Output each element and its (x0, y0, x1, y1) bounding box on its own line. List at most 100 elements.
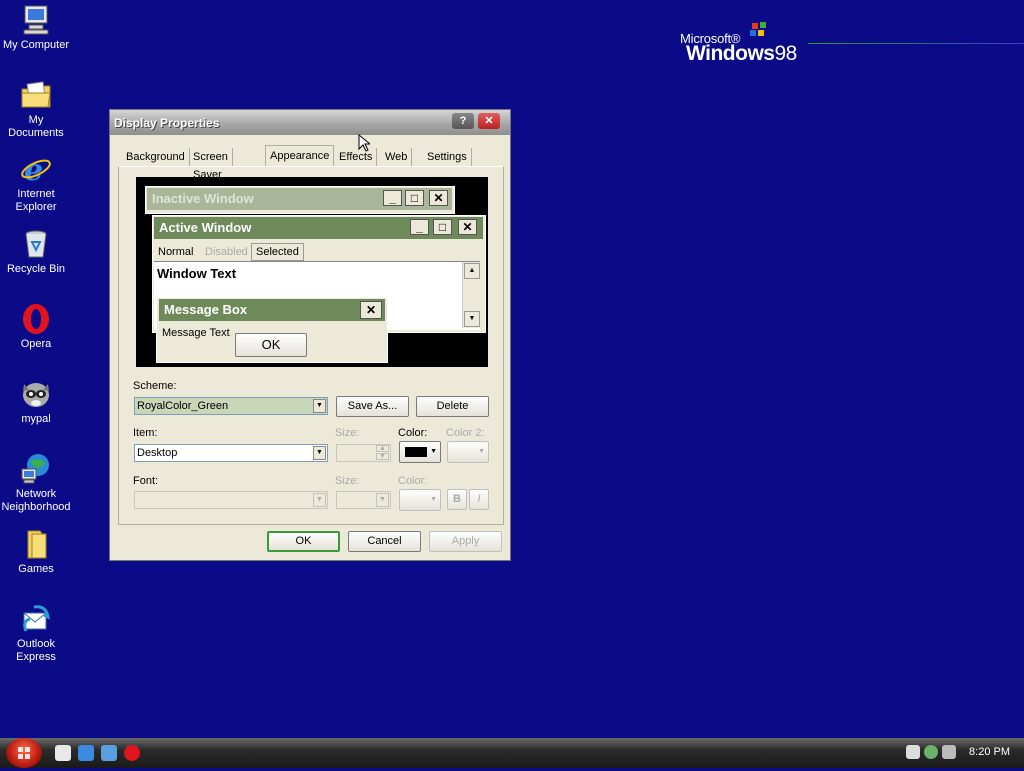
appearance-preview[interactable]: Inactive Window _ □ ✕ Active Window _ □ … (136, 177, 488, 367)
desktop-icon-label: mypal (21, 413, 51, 425)
italic-button: I (469, 489, 489, 510)
tray-settings-icon[interactable] (942, 745, 956, 759)
dialog-title: Display Properties (114, 116, 220, 130)
desktop-icon-outlook-express[interactable]: Outlook Express (0, 603, 72, 664)
chevron-down-icon[interactable]: ▼ (313, 446, 326, 460)
minimize-icon: _ (383, 190, 402, 206)
item-color2-button: ▼ (447, 441, 489, 463)
chevron-down-icon: ▼ (376, 493, 389, 507)
tab-web[interactable]: Web (381, 148, 413, 166)
scheme-select[interactable]: RoyalColor_Green ▼ (134, 397, 328, 415)
preview-scrollbar: ▲ ▼ (462, 262, 480, 328)
logo-product: Windows98 (686, 42, 797, 65)
item-size-label: Size: (335, 427, 360, 439)
taskbar: 8:20 PM (0, 738, 1024, 768)
chevron-down-icon: ▼ (430, 496, 437, 503)
tray-network-icon[interactable] (924, 745, 938, 759)
message-box-caption: Message Box (159, 299, 385, 321)
desktop-icon-network-neighborhood[interactable]: Network Neighborhood (0, 453, 72, 514)
title-bar[interactable]: Display Properties ? ✕ (110, 110, 510, 135)
desktop-icon-label: Network Neighborhood (1, 488, 71, 513)
desktop-icon-label: Games (18, 563, 54, 575)
item-size-spinner: ▲ ▼ (336, 444, 391, 462)
desktop-icon-label: Internet Explorer (15, 188, 57, 213)
item-color-button[interactable]: ▼ (399, 441, 441, 463)
windows-flag-icon (750, 22, 766, 36)
desktop-icon-label: My Computer (2, 39, 70, 51)
tab-appearance[interactable]: Appearance (265, 145, 335, 167)
scroll-down-icon: ▼ (464, 311, 480, 327)
font-size-label: Size: (335, 475, 360, 487)
chevron-down-icon[interactable]: ▼ (313, 399, 326, 413)
font-label: Font: (133, 475, 159, 487)
ok-button[interactable]: OK (267, 531, 340, 552)
scheme-label: Scheme: (133, 380, 177, 392)
appearance-page: Inactive Window _ □ ✕ Active Window _ □ … (118, 166, 504, 525)
close-button[interactable]: ✕ (478, 113, 500, 129)
cancel-button[interactable]: Cancel (348, 531, 421, 552)
quicklaunch-opera-icon[interactable] (124, 745, 140, 761)
scheme-value: RoyalColor_Green (137, 400, 229, 412)
help-button[interactable]: ? (452, 113, 474, 129)
computer-icon (20, 4, 52, 36)
preview-ok-button: OK (235, 333, 307, 357)
tab-background[interactable]: Background (122, 148, 190, 166)
preview-window-text: Window Text (157, 266, 237, 281)
internet-explorer-icon: e (20, 153, 52, 188)
tab-screen-saver[interactable]: Screen Saver (189, 148, 233, 181)
font-color-button: ▼ (399, 489, 441, 511)
tab-effects[interactable]: Effects (335, 148, 378, 166)
preview-message-box: Message Box ✕ Message Text OK (156, 297, 388, 363)
folder-documents-icon (20, 79, 52, 111)
bold-button: B (447, 489, 467, 510)
mouse-cursor-icon (358, 134, 370, 152)
spin-up-icon: ▲ (376, 445, 389, 452)
menu-selected: Selected (251, 243, 304, 261)
logo-rule (808, 43, 1024, 44)
desktop-icon-opera[interactable]: Opera (0, 303, 72, 351)
start-button[interactable] (6, 738, 42, 768)
tab-settings[interactable]: Settings (423, 148, 472, 166)
item-label: Item: (133, 427, 158, 439)
desktop-icon-games[interactable]: Games (0, 528, 72, 576)
quicklaunch-internet-explorer-icon[interactable] (78, 745, 94, 761)
system-tray: 8:20 PM (900, 738, 1024, 768)
save-as-button[interactable]: Save As... (336, 396, 409, 417)
desktop-icon-my-documents[interactable]: My Documents (0, 79, 72, 140)
spin-down-icon: ▼ (376, 453, 389, 460)
minimize-icon: _ (410, 219, 429, 235)
desktop-icon-recycle-bin[interactable]: Recycle Bin (0, 228, 72, 276)
outlook-express-icon (20, 603, 52, 635)
item-select[interactable]: Desktop ▼ (134, 444, 328, 462)
desktop-icon-internet-explorer[interactable]: e Internet Explorer (0, 153, 72, 214)
close-icon: ✕ (360, 301, 382, 319)
recycle-bin-icon (20, 228, 52, 260)
color-swatch (405, 447, 427, 457)
delete-button[interactable]: Delete (416, 396, 489, 417)
chevron-down-icon: ▼ (313, 493, 326, 507)
font-size-select: ▼ (336, 491, 391, 509)
apply-button: Apply (429, 531, 502, 552)
item-color2-label: Color 2: (446, 427, 485, 439)
menu-normal: Normal (158, 246, 194, 258)
menu-disabled: Disabled (205, 246, 248, 258)
scroll-up-icon: ▲ (464, 263, 480, 279)
tray-volume-icon[interactable] (906, 745, 920, 759)
windows-flag-icon (18, 747, 30, 759)
desktop-icon-label: Recycle Bin (6, 263, 66, 275)
desktop-icon-mypal[interactable]: mypal (0, 378, 72, 426)
clock[interactable]: 8:20 PM (969, 746, 1010, 758)
item-value: Desktop (137, 447, 178, 459)
quicklaunch-outlook-express-icon[interactable] (101, 745, 117, 761)
desktop-icon-label: Outlook Express (16, 638, 56, 663)
desktop-icon-my-computer[interactable]: My Computer (0, 4, 72, 52)
message-text: Message Text (162, 327, 230, 339)
quicklaunch-desktop-icon[interactable] (55, 745, 71, 761)
preview-inactive-window: Inactive Window _ □ ✕ (145, 186, 455, 214)
close-icon: ✕ (484, 115, 494, 127)
maximize-icon: □ (433, 219, 452, 235)
close-icon: ✕ (458, 219, 477, 235)
desktop-icon-label: My Documents (8, 114, 64, 139)
font-select: ▼ (134, 491, 328, 509)
item-color-label: Color: (398, 427, 428, 439)
